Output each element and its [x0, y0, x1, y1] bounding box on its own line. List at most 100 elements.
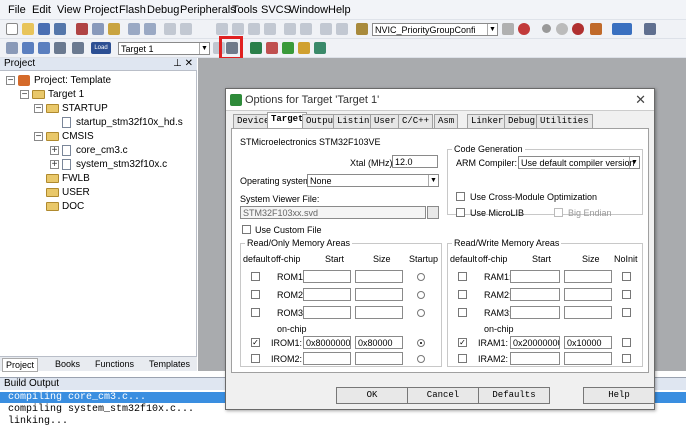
- rom3-startup-radio[interactable]: [417, 309, 425, 317]
- irom1-start-input[interactable]: 0x8000000: [303, 336, 351, 349]
- rom2-size-input[interactable]: [355, 288, 403, 301]
- undo-icon[interactable]: [128, 23, 140, 35]
- rom3-default-checkbox[interactable]: [251, 308, 260, 317]
- rebuild-icon[interactable]: [38, 42, 50, 54]
- outdent-icon[interactable]: [300, 23, 312, 35]
- menu-tools[interactable]: Tools: [232, 4, 258, 16]
- ram1-start-input[interactable]: [510, 270, 560, 283]
- ram1-default-checkbox[interactable]: [458, 272, 467, 281]
- group-fwlb[interactable]: FWLB: [62, 173, 90, 184]
- menu-edit[interactable]: Edit: [32, 4, 51, 16]
- menu-view[interactable]: View: [57, 4, 81, 16]
- rom1-startup-radio[interactable]: [417, 273, 425, 281]
- iram2-default-checkbox[interactable]: [458, 354, 467, 363]
- group-user[interactable]: USER: [62, 187, 90, 198]
- rom1-start-input[interactable]: [303, 270, 351, 283]
- ok-button[interactable]: OK: [336, 387, 408, 404]
- xtal-input[interactable]: 12.0: [392, 155, 438, 168]
- rom1-size-input[interactable]: [355, 270, 403, 283]
- bookmark-next-icon[interactable]: [248, 23, 260, 35]
- bookmark-icon[interactable]: [216, 23, 228, 35]
- collapse-icon[interactable]: −: [6, 76, 15, 86]
- iram2-size-input[interactable]: [564, 352, 612, 365]
- tab-user[interactable]: User: [370, 114, 400, 128]
- new-file-icon[interactable]: [6, 23, 18, 35]
- expand-icon[interactable]: +: [50, 146, 59, 156]
- translate-icon[interactable]: [6, 42, 18, 54]
- run-time-env-icon[interactable]: [298, 42, 310, 54]
- tab-asm[interactable]: Asm: [434, 114, 459, 128]
- batch-build-icon[interactable]: [54, 42, 66, 54]
- cross-module-checkbox[interactable]: [456, 192, 465, 201]
- cancel-button[interactable]: Cancel: [407, 387, 479, 404]
- erase-icon[interactable]: [590, 23, 602, 35]
- irom2-default-checkbox[interactable]: [251, 354, 260, 363]
- file-startup[interactable]: startup_stm32f10x_hd.s: [76, 117, 183, 128]
- rom2-startup-radio[interactable]: [417, 291, 425, 299]
- collapse-icon[interactable]: −: [20, 90, 29, 100]
- build-icon[interactable]: [22, 42, 34, 54]
- tab-debug[interactable]: Debug: [504, 114, 540, 128]
- ram3-size-input[interactable]: [564, 306, 612, 319]
- ram2-size-input[interactable]: [564, 288, 612, 301]
- close-icon[interactable]: ✕: [635, 92, 646, 108]
- ram3-default-checkbox[interactable]: [458, 308, 467, 317]
- big-endian-checkbox[interactable]: [554, 208, 563, 217]
- help-button[interactable]: Help: [583, 387, 655, 404]
- menu-peripherals[interactable]: Peripherals: [180, 4, 236, 16]
- menu-project[interactable]: Project: [84, 4, 118, 16]
- svf-input[interactable]: STM32F103xx.svd: [240, 206, 426, 219]
- indent-icon[interactable]: [284, 23, 296, 35]
- group-startup[interactable]: STARTUP: [62, 103, 108, 114]
- irom1-size-input[interactable]: 0x80000: [355, 336, 403, 349]
- save-icon[interactable]: [38, 23, 50, 35]
- uncomment-icon[interactable]: [336, 23, 348, 35]
- iram1-start-input[interactable]: 0x20000000: [510, 336, 560, 349]
- custom-file-checkbox[interactable]: [242, 225, 251, 234]
- pin-icon[interactable]: ⊥ ✕: [173, 58, 193, 69]
- iram2-noinit-checkbox[interactable]: [622, 354, 631, 363]
- irom1-startup-radio[interactable]: [417, 339, 425, 347]
- target-combo[interactable]: Target 1 ▼: [118, 42, 210, 55]
- stop-build-icon[interactable]: [72, 42, 84, 54]
- iram1-size-input[interactable]: 0x10000: [564, 336, 612, 349]
- file-core[interactable]: core_cm3.c: [76, 145, 128, 156]
- file-system[interactable]: system_stm32f10x.c: [76, 159, 167, 170]
- os-select[interactable]: None ▼: [307, 174, 439, 187]
- defaults-button[interactable]: Defaults: [478, 387, 550, 404]
- menu-window[interactable]: Window: [289, 4, 328, 16]
- debug-stop-icon[interactable]: [542, 24, 551, 33]
- rom2-default-checkbox[interactable]: [251, 290, 260, 299]
- ram1-noinit-checkbox[interactable]: [622, 272, 631, 281]
- search-icon[interactable]: [502, 23, 514, 35]
- target-node[interactable]: Target 1: [48, 89, 84, 100]
- ram3-start-input[interactable]: [510, 306, 560, 319]
- find-in-files-icon[interactable]: [356, 23, 368, 35]
- rom1-default-checkbox[interactable]: [251, 272, 260, 281]
- manage-project-icon[interactable]: [266, 42, 278, 54]
- breakpoint-icon[interactable]: [572, 23, 584, 35]
- iram2-start-input[interactable]: [510, 352, 560, 365]
- iram1-default-checkbox[interactable]: ✓: [458, 338, 467, 347]
- group-cmsis[interactable]: CMSIS: [62, 131, 94, 142]
- window-layout-icon[interactable]: [612, 23, 632, 35]
- collapse-icon[interactable]: −: [34, 104, 43, 114]
- ram2-default-checkbox[interactable]: [458, 290, 467, 299]
- compiler-select[interactable]: Use default compiler version ▼: [518, 156, 640, 169]
- menu-svcs[interactable]: SVCS: [261, 4, 291, 16]
- open-folder-icon[interactable]: [22, 23, 34, 35]
- copy-icon[interactable]: [92, 23, 104, 35]
- rom3-size-input[interactable]: [355, 306, 403, 319]
- paste-icon[interactable]: [108, 23, 120, 35]
- collapse-icon[interactable]: −: [34, 132, 43, 142]
- menu-debug[interactable]: Debug: [147, 4, 179, 16]
- menu-file[interactable]: File: [8, 4, 26, 16]
- ram2-start-input[interactable]: [510, 288, 560, 301]
- pack-installer-icon[interactable]: [282, 42, 294, 54]
- select-software-packs-icon[interactable]: [314, 42, 326, 54]
- wrench-icon[interactable]: [644, 23, 656, 35]
- menu-flash[interactable]: Flash: [119, 4, 146, 16]
- bookmark-clear-icon[interactable]: [264, 23, 276, 35]
- comment-icon[interactable]: [320, 23, 332, 35]
- irom2-startup-radio[interactable]: [417, 355, 425, 363]
